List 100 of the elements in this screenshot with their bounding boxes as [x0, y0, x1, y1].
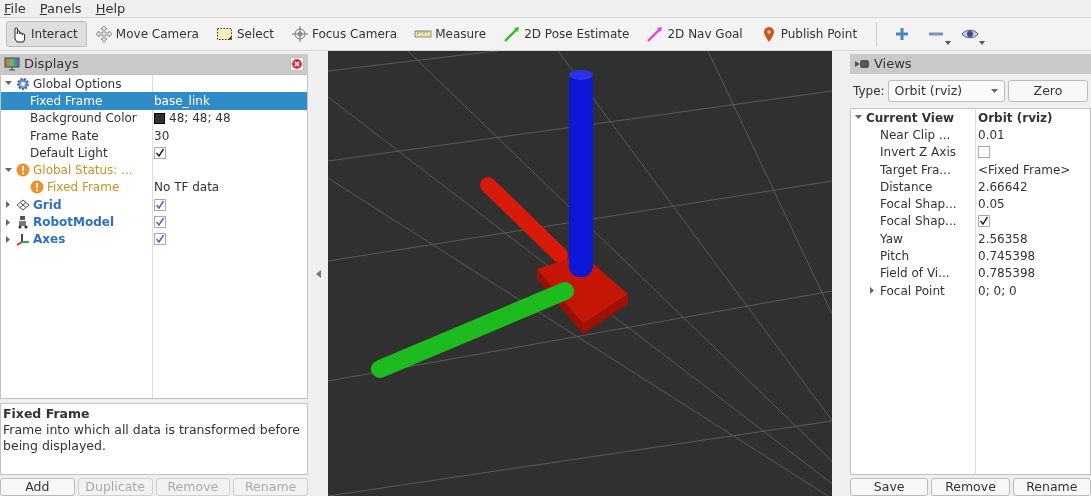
collapse-arrow-icon[interactable]: [854, 114, 862, 122]
expand-arrow-icon[interactable]: [868, 287, 876, 295]
checkbox[interactable]: [978, 215, 990, 228]
selection-rectangle-icon: [215, 25, 234, 43]
type-label: Type:: [853, 83, 885, 100]
tree-row[interactable]: Fixed Frame No TF data: [1, 178, 307, 197]
close-icon[interactable]: [290, 57, 304, 71]
tree-label: Fixed Frame: [47, 179, 120, 197]
tree-label: Pitch: [880, 248, 910, 266]
minus-icon: [929, 32, 944, 36]
tree-row[interactable]: Grid: [1, 196, 307, 214]
move-arrows-icon: [94, 25, 113, 43]
tree-row[interactable]: Near Clip ... 0.01: [851, 126, 1090, 144]
tool-button[interactable]: Interact: [6, 21, 87, 47]
tree-label: Background Color: [30, 110, 137, 128]
tool-button[interactable]: 2D Nav Goal: [642, 21, 752, 47]
tree-label: Frame Rate: [30, 127, 99, 145]
tree-label: Focal Shap...: [880, 213, 957, 231]
checkbox[interactable]: [154, 198, 166, 211]
tree-row[interactable]: Default Light: [1, 144, 307, 162]
tree-label: Global Status: ...: [33, 162, 133, 180]
tree-value: 30: [154, 127, 170, 145]
panel-button[interactable]: Save: [850, 478, 929, 496]
tree-value: 2.66642: [978, 178, 1028, 196]
camera-icon: [854, 58, 870, 70]
tree-row[interactable]: Current View Orbit (rviz): [851, 109, 1090, 127]
checkbox[interactable]: [154, 146, 166, 159]
grid-icon: [16, 197, 30, 212]
panel-button[interactable]: Add: [0, 478, 75, 496]
caret-icon: [979, 41, 986, 45]
tree-label: Default Light: [30, 144, 108, 162]
tree-row[interactable]: Frame Rate 30: [1, 126, 307, 145]
zero-button[interactable]: Zero: [1008, 80, 1088, 102]
tree-value: No TF data: [154, 179, 220, 197]
tree-row[interactable]: Invert Z Axis: [851, 143, 1090, 161]
tree-label: Global Options: [33, 75, 122, 93]
warning-icon: [16, 163, 30, 178]
arrow-icon: [503, 25, 522, 43]
tree-row[interactable]: RobotModel: [1, 213, 307, 231]
expand-arrow-icon[interactable]: [4, 218, 12, 226]
warning-icon: [30, 180, 44, 195]
expand-arrow-icon[interactable]: [4, 201, 12, 209]
arrow-icon: [646, 25, 665, 43]
tree-value: 0.745398: [978, 248, 1036, 266]
tool-button[interactable]: 2D Pose Estimate: [499, 21, 639, 47]
tree-row[interactable]: Axes: [1, 230, 307, 248]
tree-row[interactable]: Pitch 0.745398: [851, 247, 1090, 265]
tree-row[interactable]: Yaw 2.56358: [851, 230, 1090, 248]
tool-button[interactable]: Move Camera: [90, 21, 208, 47]
tree-row[interactable]: Fixed Frame base_link: [1, 92, 307, 110]
tree-label: Axes: [33, 231, 66, 249]
tree-label: Focal Shap...: [880, 196, 957, 214]
tree-row[interactable]: Focal Point 0; 0; 0: [851, 281, 1090, 300]
panel-title: Displays: [24, 55, 80, 74]
menu-item[interactable]: File: [4, 0, 26, 17]
axes-icon: [16, 232, 30, 247]
tree-label: Focal Point: [880, 282, 945, 300]
tool-button[interactable]: Measure: [410, 21, 496, 47]
tree-value: <Fixed Frame>: [978, 161, 1071, 179]
crosshair-icon: [290, 25, 309, 43]
tree-row[interactable]: Focal Shap... 0.05: [851, 195, 1090, 213]
tree-row[interactable]: Field of Vi... 0.785398: [851, 264, 1090, 282]
tree-label: Current View: [866, 109, 955, 127]
panel-button[interactable]: Rename: [1012, 478, 1091, 496]
robot-icon: [16, 215, 30, 230]
menu-item[interactable]: Help: [95, 0, 126, 17]
tool-button[interactable]: Select: [211, 21, 283, 47]
tree-row[interactable]: Distance 2.66642: [851, 178, 1090, 196]
collapse-arrow-icon[interactable]: [4, 166, 12, 174]
tree-label: Field of Vi...: [880, 265, 950, 283]
tree-value: 0; 0; 0: [978, 282, 1017, 300]
tree-label: Near Clip ...: [880, 126, 951, 144]
tree-value: base_link: [154, 92, 210, 110]
tree-label: Distance: [880, 178, 933, 196]
checkbox[interactable]: [154, 216, 166, 228]
panel-title: Views: [874, 55, 913, 74]
tree-row[interactable]: Target Fra... <Fixed Frame>: [851, 160, 1090, 179]
expand-arrow-icon[interactable]: [4, 235, 12, 243]
splitter-arrow-icon[interactable]: [315, 269, 321, 278]
tree-value: 0.05: [978, 196, 1005, 214]
tree-row[interactable]: Background Color 48; 48; 48: [1, 109, 307, 127]
description-title: Fixed Frame: [3, 406, 91, 422]
view-type-dropdown[interactable]: Orbit (rviz): [887, 80, 1005, 102]
tool-button[interactable]: Focus Camera: [286, 21, 407, 47]
menu-item[interactable]: Panels: [39, 0, 82, 17]
collapse-arrow-icon[interactable]: [4, 80, 12, 88]
tree-value: 0.01: [978, 126, 1005, 144]
tree-label: Target Fra...: [880, 161, 951, 179]
tool-button[interactable]: Publish Point: [755, 21, 867, 47]
tree-label: RobotModel: [33, 214, 115, 232]
tree-value: 0.785398: [978, 265, 1036, 283]
tree-row[interactable]: Global Options: [1, 75, 307, 93]
checkbox[interactable]: [154, 233, 166, 246]
panel-button[interactable]: Remove: [931, 478, 1010, 496]
tree-value: 48; 48; 48: [169, 110, 231, 128]
checkbox[interactable]: [978, 146, 990, 159]
description-text: Frame into which all data is transformed before being displayed.: [3, 422, 301, 454]
tree-label: Grid: [33, 196, 62, 214]
monitor-icon: [4, 57, 20, 71]
tree-row[interactable]: Focal Shap...: [851, 212, 1090, 231]
